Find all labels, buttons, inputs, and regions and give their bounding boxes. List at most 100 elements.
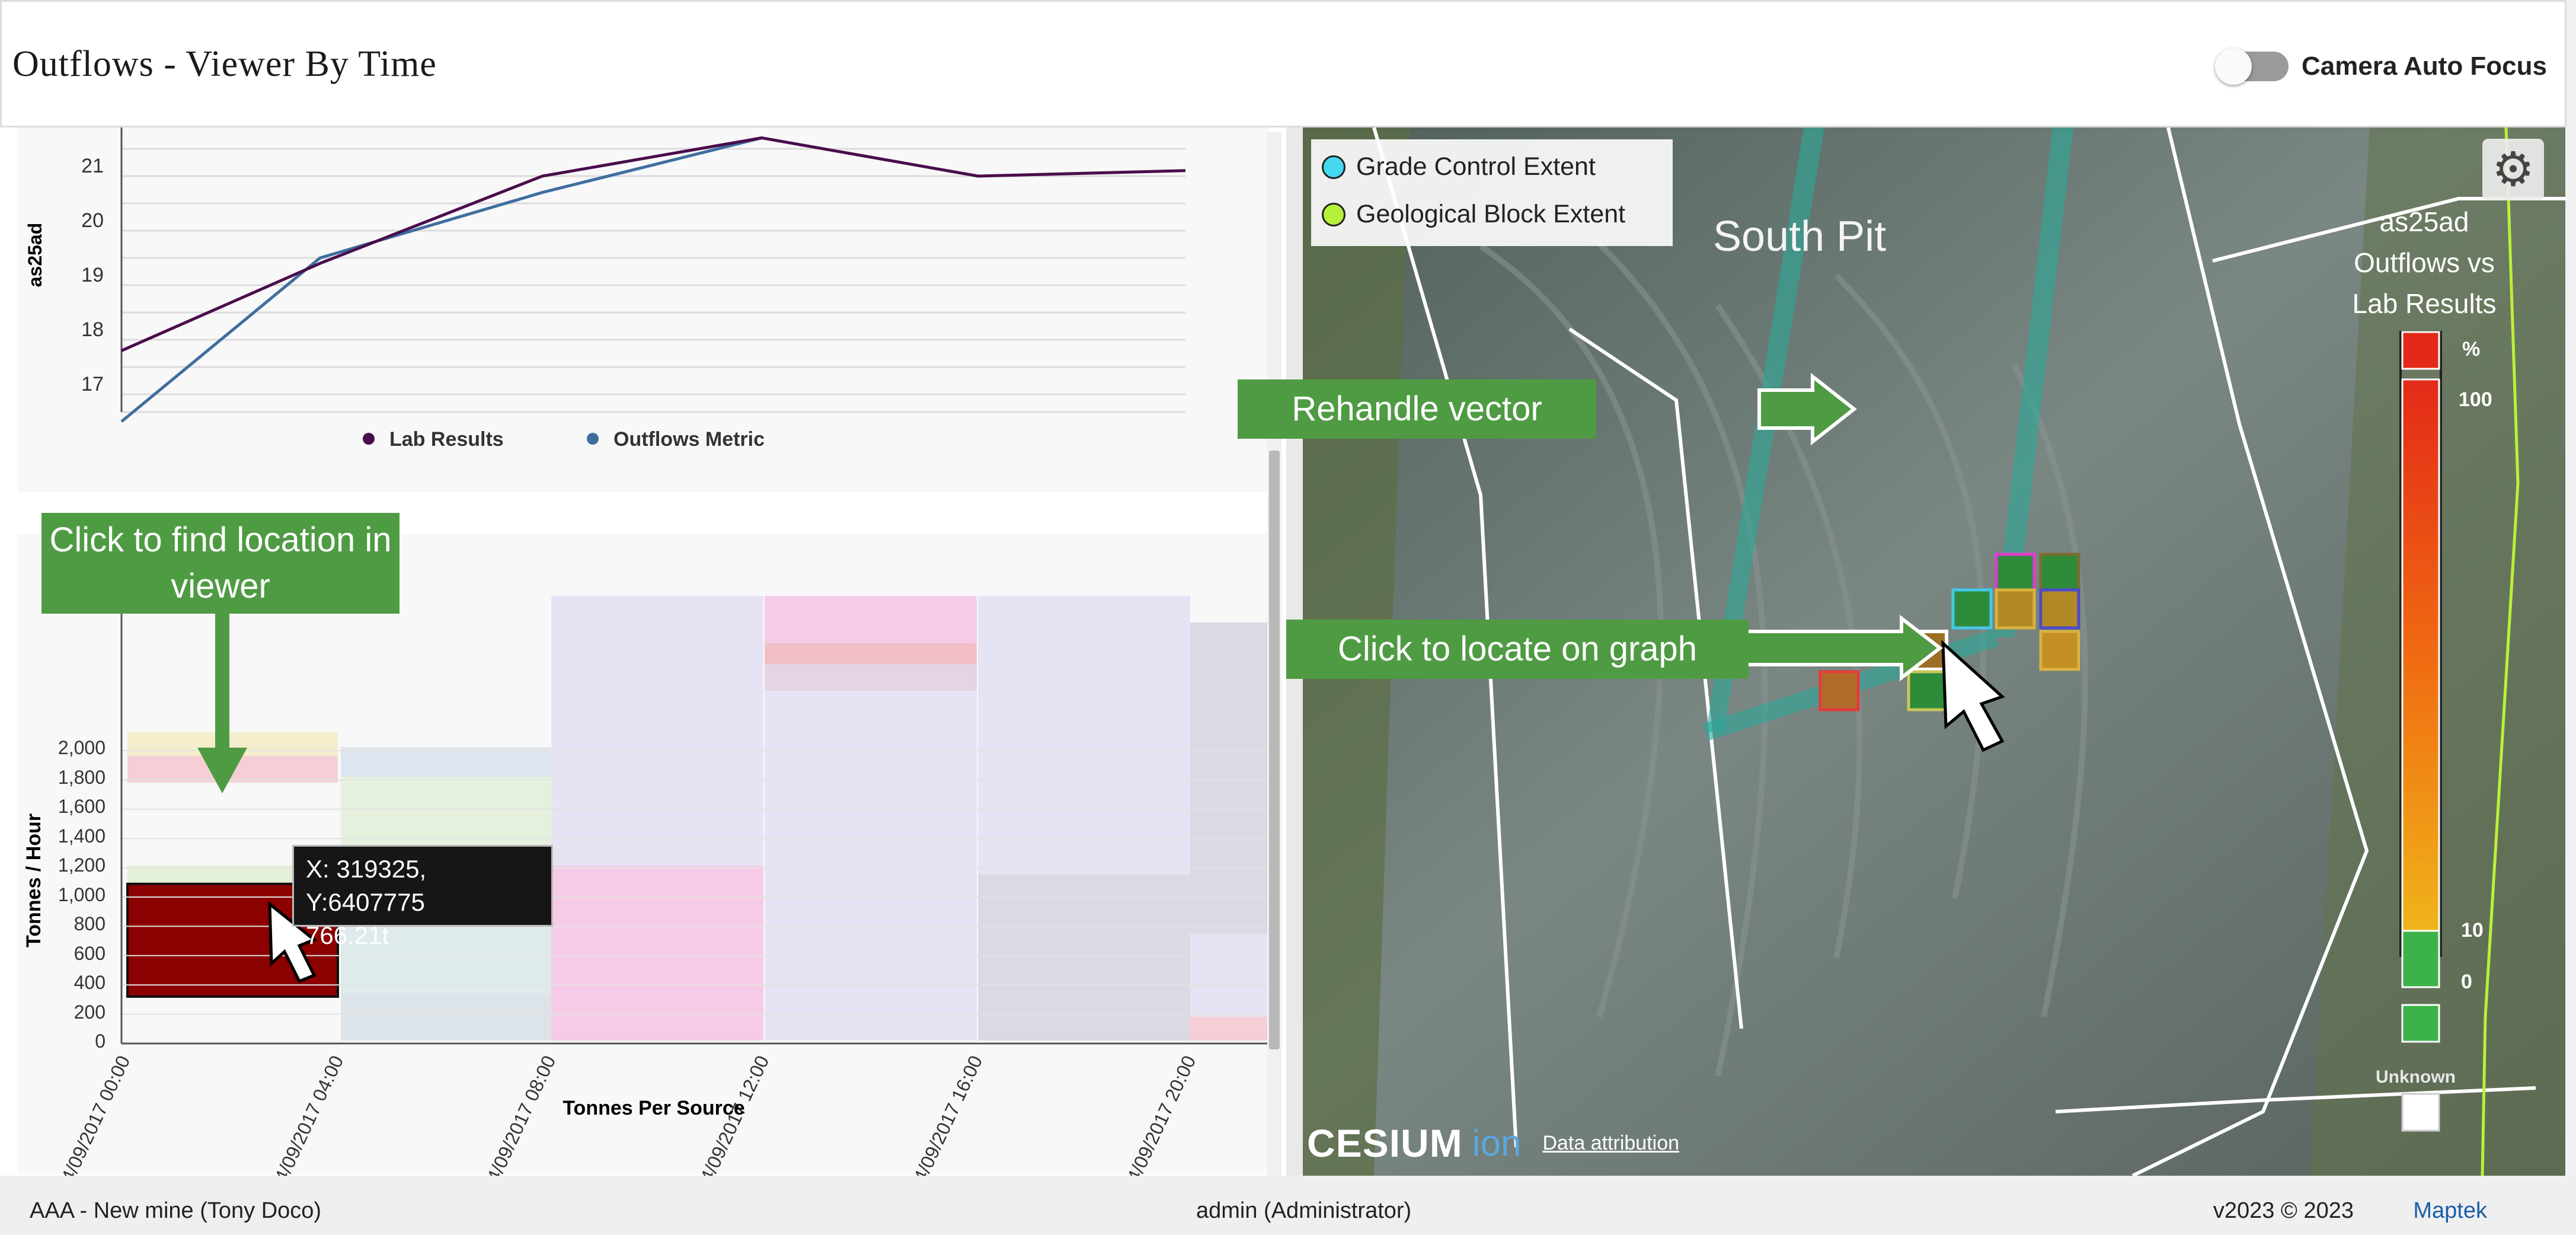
- bar-chart-ytick: 1,800: [58, 767, 106, 788]
- footer: AAA - New mine (Tony Doco) admin (Admini…: [0, 1176, 2576, 1235]
- footer-user: admin (Administrator): [1196, 1198, 1412, 1223]
- scale-label-unknown: Unknown: [2376, 1067, 2456, 1087]
- line-chart-ylabel: as25ad: [24, 223, 46, 288]
- bar-chart-xtick: 24/09/2017 04:00: [266, 1052, 347, 1176]
- bar-chart-ytick: 1,600: [58, 796, 106, 817]
- color-legend-title: as25ad Outflows vs Lab Results: [2335, 202, 2513, 324]
- line-chart: 21 20 19 18 17 as25ad Lab Results Outflo…: [24, 127, 1186, 451]
- pit-label: South Pit: [1713, 213, 1887, 260]
- outflows-metric-legend-marker: [587, 433, 599, 445]
- block-cell[interactable]: [1995, 588, 2036, 630]
- scale-gradient: [2401, 378, 2440, 932]
- line-chart-tick: 21: [81, 155, 104, 177]
- legend-geological-block: Geological Block Extent: [1322, 200, 1625, 229]
- scale-label-percent: %: [2462, 338, 2481, 360]
- bar-chart-xtick: 24/09/2017 16:00: [905, 1052, 986, 1176]
- scale-label-10: 10: [2461, 919, 2484, 942]
- footer-project: AAA - New mine (Tony Doco): [30, 1198, 322, 1223]
- scale-swatch-zero: [2401, 1004, 2440, 1043]
- stack-segment[interactable]: [341, 747, 551, 777]
- color-legend-title-line: Lab Results: [2352, 288, 2497, 319]
- tooltip-tonnes: 766.21t: [306, 921, 389, 949]
- geological-block-label: Geological Block Extent: [1356, 200, 1626, 228]
- callout-find-location: Click to find location in viewer: [41, 513, 399, 614]
- bar-chart-ytick: 1,200: [58, 854, 106, 876]
- toggle-knob: [2214, 48, 2252, 85]
- callout-rehandle-vector: Rehandle vector: [1238, 379, 1596, 439]
- chart-scrollbar-thumb[interactable]: [1269, 451, 1280, 1049]
- page-title: Outflows - Viewer By Time: [12, 44, 437, 84]
- block-cell[interactable]: [2039, 630, 2080, 671]
- bar-chart-ytick: 400: [74, 972, 106, 993]
- line-chart-tick: 18: [81, 318, 104, 341]
- map-legend: Grade Control Extent Geological Block Ex…: [1311, 139, 1673, 246]
- outflows-metric-legend-label: Outflows Metric: [613, 428, 765, 451]
- block-cell[interactable]: [1907, 670, 1948, 711]
- scale-swatch-low: [2401, 930, 2440, 988]
- camera-auto-focus-control[interactable]: Camera Auto Focus: [2214, 48, 2547, 85]
- outflows-metric-line: [120, 136, 762, 423]
- footer-version: v2023 © 2023: [2213, 1198, 2354, 1223]
- camera-auto-focus-label: Camera Auto Focus: [2301, 52, 2547, 81]
- line-chart-tick: 20: [81, 209, 104, 232]
- grade-control-swatch: [1322, 155, 1345, 179]
- block-cell[interactable]: [2039, 553, 2080, 594]
- bar-chart-ylabel: Tonnes / Hour: [23, 813, 45, 947]
- block-cell[interactable]: [1951, 588, 1993, 630]
- geological-block-swatch: [1322, 202, 1345, 226]
- scale-swatch-unknown: [2401, 1093, 2440, 1132]
- bar-chart-xtick: 24/09/2017 20:00: [1118, 1052, 1200, 1176]
- scale-label-0: 0: [2461, 971, 2472, 993]
- block-cell[interactable]: [1818, 670, 1860, 711]
- stack-segment[interactable]: [1190, 1017, 1267, 1041]
- bar-chart-ytick: 600: [74, 943, 106, 964]
- stack-segment[interactable]: [765, 596, 977, 643]
- scale-swatch-percent: [2401, 331, 2440, 370]
- lab-results-legend-label: Lab Results: [389, 428, 504, 451]
- stack-segment[interactable]: [551, 596, 763, 866]
- grade-control-label: Grade Control Extent: [1356, 152, 1596, 181]
- footer-brand-link[interactable]: Maptek: [2413, 1198, 2487, 1224]
- gear-icon[interactable]: ⚙: [2482, 139, 2544, 200]
- chart-panel: 21 20 19 18 17 as25ad Lab Results Outflo…: [0, 127, 1286, 1176]
- header: Outflows - Viewer By Time Camera Auto Fo…: [0, 0, 2567, 127]
- color-legend-title-line: as25ad: [2379, 206, 2469, 237]
- app-root: Outflows - Viewer By Time Camera Auto Fo…: [0, 0, 2576, 1235]
- bar-chart-ytick: 1,000: [58, 884, 106, 905]
- bar-tooltip: X: 319325, Y:6407775 766.21t: [292, 845, 553, 949]
- legend-grade-control: Grade Control Extent: [1322, 152, 1596, 181]
- camera-auto-focus-toggle[interactable]: [2214, 48, 2289, 85]
- callout-locate-on-graph: Click to locate on graph: [1286, 620, 1749, 679]
- bar-chart-ytick: 800: [74, 913, 106, 934]
- bar-chart-ytick: 0: [95, 1030, 106, 1052]
- stack-segment[interactable]: [765, 664, 977, 691]
- cesium-ion-logo: ion: [1472, 1122, 1522, 1164]
- stack-segment[interactable]: [1190, 623, 1267, 934]
- stack-segment[interactable]: [765, 691, 977, 1041]
- bar-chart-xtick: 24/09/2017 00:00: [52, 1052, 134, 1176]
- block-cell[interactable]: [1995, 553, 2036, 594]
- lab-results-line: [120, 136, 1186, 352]
- tooltip-coordinates: X: 319325, Y:6407775: [306, 855, 427, 916]
- stack-segment[interactable]: [765, 643, 977, 664]
- bar-chart-ytick: 200: [74, 1001, 106, 1023]
- callout-find-location-arrow: [197, 612, 247, 793]
- scale-label-100: 100: [2459, 388, 2492, 411]
- color-legend-title-line: Outflows vs: [2354, 247, 2495, 278]
- stack-segment[interactable]: [978, 596, 1190, 875]
- data-attribution-link[interactable]: Data attribution: [1542, 1132, 1679, 1155]
- stack-segment[interactable]: [978, 875, 1190, 1041]
- line-chart-tick: 19: [81, 264, 104, 286]
- cesium-logo: CESIUM: [1307, 1121, 1463, 1165]
- stack-segment[interactable]: [1190, 934, 1267, 1017]
- charts-svg: 21 20 19 18 17 as25ad Lab Results Outflo…: [23, 127, 1267, 1176]
- lab-results-legend-marker: [363, 433, 375, 445]
- bar-chart-ytick: 1,400: [58, 825, 106, 847]
- cesium-attribution: CESIUM ion Data attribution: [1307, 1121, 1679, 1166]
- block-cell[interactable]: [2039, 588, 2080, 630]
- bar-chart-xlabel: Tonnes Per Source: [562, 1097, 744, 1119]
- bar-chart-ytick: 2,000: [58, 737, 106, 758]
- stack-segment[interactable]: [341, 993, 551, 1041]
- line-chart-tick: 17: [81, 373, 104, 395]
- bar-chart-xtick: 24/09/2017 08:00: [478, 1052, 560, 1176]
